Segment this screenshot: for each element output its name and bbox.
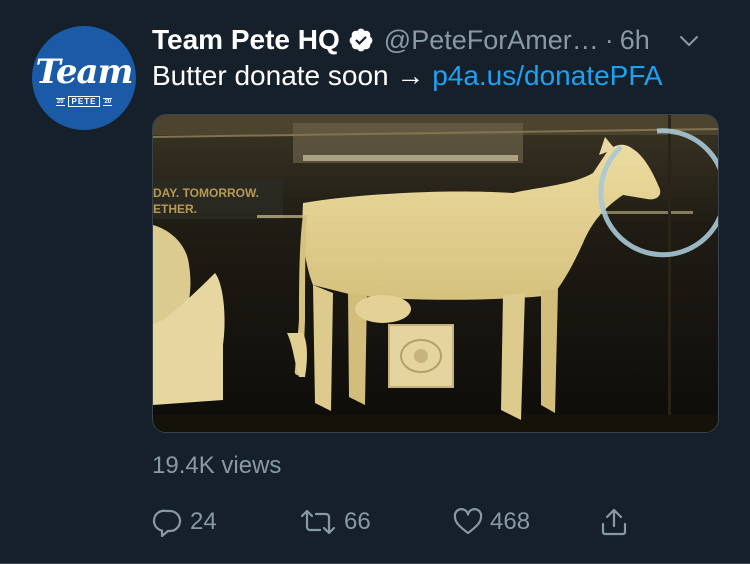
handle[interactable]: @PeteForAmer… [384, 25, 599, 56]
share-button[interactable] [598, 506, 630, 538]
tweet[interactable]: Team 20 PETE 20 Team Pete HQ @PeteForAme… [0, 0, 750, 564]
like-button[interactable]: 468 [452, 506, 530, 538]
avatar-year-left: 20 [55, 97, 65, 106]
tweet-body: Butter donate soon → [152, 60, 433, 91]
tweet-link[interactable]: p4a.us/donatePFA [432, 60, 662, 91]
avatar-logo-text: Team [35, 52, 133, 92]
like-count: 468 [490, 508, 531, 535]
view-count: 19.4K views [152, 452, 282, 479]
avatar-logo-badge: 20 PETE 20 [32, 96, 136, 107]
avatar[interactable]: Team 20 PETE 20 [32, 26, 136, 130]
avatar-year-right: 20 [103, 97, 113, 106]
reply-button[interactable]: 24 [152, 506, 217, 538]
retweet-button[interactable]: 66 [298, 506, 371, 538]
avatar-badge-text: PETE [67, 96, 101, 107]
tweet-header: Team Pete HQ @PeteForAmer… · 6h [152, 22, 730, 58]
sign-text-2: ETHER. [153, 202, 197, 216]
verified-badge-icon [348, 27, 374, 53]
chevron-down-icon[interactable] [678, 30, 700, 52]
heart-icon [453, 508, 483, 535]
reply-count: 24 [190, 508, 217, 535]
display-name[interactable]: Team Pete HQ [152, 24, 340, 56]
reply-icon [152, 509, 182, 538]
retweet-count: 66 [344, 508, 371, 535]
retweet-icon [300, 509, 336, 535]
timestamp[interactable]: 6h [620, 25, 650, 56]
separator-dot: · [604, 24, 614, 55]
sign-text-1: DAY. TOMORROW. [153, 186, 259, 200]
tweet-media-video[interactable]: DAY. TOMORROW. ETHER. [152, 114, 719, 433]
tweet-text: Butter donate soon → p4a.us/donatePFA [152, 60, 663, 92]
share-icon [601, 508, 627, 536]
